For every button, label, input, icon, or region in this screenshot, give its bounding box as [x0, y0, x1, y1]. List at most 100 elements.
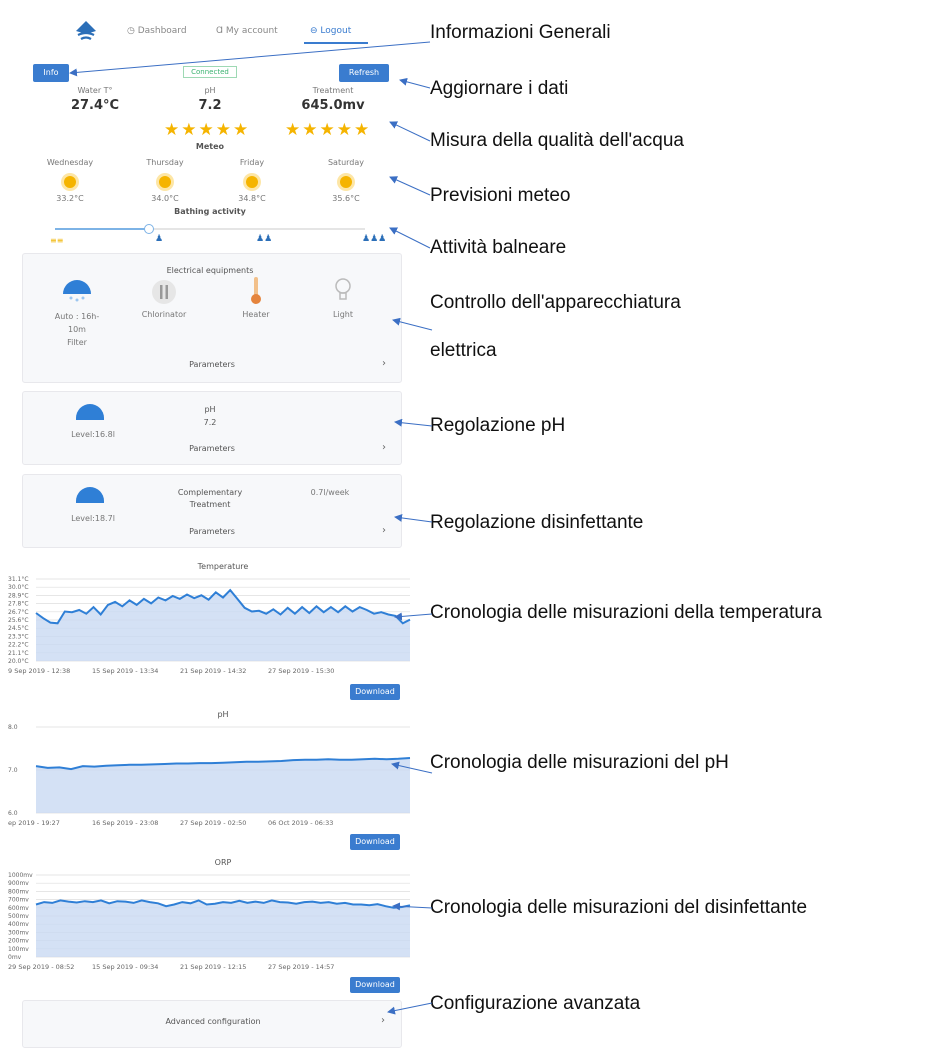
treatment-parameters-row[interactable]: Parameters › — [32, 523, 394, 541]
nav-my-account[interactable]: Ɑ My account — [216, 26, 278, 36]
sun-icon — [246, 176, 258, 188]
x-tick-label: 15 Sep 2019 - 13:34 — [92, 667, 158, 675]
chevron-right-icon: › — [381, 1015, 385, 1026]
annotation-electrical-1: Controllo dell'apparecchiatura — [430, 292, 681, 313]
user-icon: Ɑ — [216, 26, 224, 36]
sun-icon — [64, 176, 76, 188]
heater-thermometer-icon[interactable] — [248, 276, 264, 306]
advanced-configuration-row[interactable]: Advanced configuration › — [22, 1000, 402, 1048]
y-tick-label: 1000mv — [8, 872, 33, 879]
chlorinator-label: Chlorinator — [141, 310, 187, 319]
light-label: Light — [333, 310, 353, 319]
y-tick-label: 500mv — [8, 913, 29, 920]
bathing-slider-handle[interactable] — [144, 224, 154, 234]
ph-chart: pH 8.0 7.0 6.0 ep 2019 - 19:27 16 Sep 2019 - … — [0, 705, 420, 829]
forecast-temp-4: 35.6°C — [332, 194, 360, 203]
annotation-weather: Previsioni meteo — [430, 185, 571, 206]
advanced-configuration-label: Advanced configuration — [165, 1017, 261, 1026]
nav-active-underline — [304, 42, 368, 44]
x-tick-label: 27 Sep 2019 - 02:50 — [180, 819, 246, 827]
temp-chart-title: Temperature — [197, 562, 249, 571]
ph-panel-label: pH — [204, 405, 216, 414]
forecast-temp-3: 34.8°C — [238, 194, 266, 203]
y-tick-label: 600mv — [8, 905, 29, 912]
ph-chart-svg: pH 8.0 7.0 6.0 ep 2019 - 19:27 16 Sep 2019 - … — [8, 710, 411, 827]
bathing-slider-fill — [55, 228, 148, 230]
annotation-bathing: Attività balneare — [430, 237, 567, 258]
y-tick-label: 28.9°C — [8, 592, 29, 599]
y-tick-label: 400mv — [8, 921, 29, 928]
logo-icon — [76, 21, 96, 40]
ph-parameters-row[interactable]: Parameters › — [32, 440, 394, 458]
x-tick-label: 15 Sep 2019 - 09:34 — [92, 963, 158, 971]
annotation-disinfectant: Regolazione disinfettante — [430, 512, 644, 533]
sun-icon — [159, 176, 171, 188]
ph-download-button[interactable]: Download — [350, 834, 400, 850]
bathing-level-2[interactable]: ♟♟ — [256, 234, 272, 244]
orp-chart-svg: ORP 1000mv900mv800mv 700mv600mv500mv400mv3… — [8, 858, 411, 971]
y-tick-label: 26.7°C — [8, 609, 29, 616]
x-tick-label: 27 Sep 2019 - 15:30 — [268, 667, 334, 675]
y-tick-label: 700mv — [8, 897, 29, 904]
nav-dashboard[interactable]: ◷ Dashboard — [127, 26, 187, 36]
y-tick-label: 900mv — [8, 880, 29, 887]
y-tick-label: 8.0 — [8, 724, 18, 731]
bathing-level-3[interactable]: ♟♟♟ — [362, 234, 386, 244]
x-tick-label: 21 Sep 2019 - 12:15 — [180, 963, 246, 971]
chevron-right-icon: › — [382, 525, 386, 536]
forecast-temp-1: 33.2°C — [56, 194, 84, 203]
forecast-day-4: Saturday — [327, 158, 365, 167]
chevron-right-icon: › — [382, 358, 386, 369]
y-tick-label: 27.8°C — [8, 601, 29, 608]
y-tick-label: 25.6°C — [8, 617, 29, 624]
y-tick-label: 200mv — [8, 938, 29, 945]
treatment-quality-stars: ★★★★★ — [285, 120, 372, 140]
treatment-tank-level: Level:18.7l — [71, 514, 115, 523]
water-temp-value: 27.4°C — [70, 98, 120, 113]
filter-pump-icon[interactable] — [60, 278, 94, 306]
treatment-label-1: Complementary — [177, 488, 243, 497]
bathing-level-1[interactable]: ♟ — [155, 234, 163, 244]
treatment-rate: 0.7l/week — [310, 488, 350, 497]
orp-series-area — [36, 900, 410, 957]
ph-panel-value: 7.2 — [203, 418, 217, 427]
y-tick-label: 800mv — [8, 888, 29, 895]
y-tick-label: 100mv — [8, 946, 29, 953]
annotation-advanced: Configurazione avanzata — [430, 993, 641, 1014]
bathing-title: Bathing activity — [174, 207, 246, 216]
refresh-button[interactable]: Refresh — [339, 64, 389, 82]
x-tick-label: 27 Sep 2019 - 14:57 — [268, 963, 334, 971]
water-temp-label: Water T° — [77, 86, 113, 95]
y-tick-label: 0mv — [8, 954, 22, 961]
forecast-day-2: Thursday — [146, 158, 184, 167]
chlorinator-icon[interactable] — [151, 278, 177, 306]
electrical-parameters-row[interactable]: Parameters › — [32, 356, 394, 374]
electrical-parameters-label: Parameters — [189, 360, 235, 369]
treatment-label-2: Treatment — [189, 500, 231, 509]
temperature-chart: Temperature 31.1°C 30.0°C 28.9°C 27.8°C 26.7°… — [0, 557, 420, 677]
info-button[interactable]: Info — [33, 64, 69, 82]
bathing-level-0[interactable]: ≡≡ — [50, 236, 63, 245]
forecast-day-3: Friday — [239, 158, 265, 167]
annotation-water-quality: Misura della qualità dell'acqua — [430, 130, 684, 151]
meteo-title: Meteo — [195, 142, 225, 151]
x-tick-label: 21 Sep 2019 - 14:32 — [180, 667, 246, 675]
ph-parameters-label: Parameters — [189, 444, 235, 453]
heater-label: Heater — [242, 310, 270, 319]
y-tick-label: 300mv — [8, 929, 29, 936]
orp-download-button[interactable]: Download — [350, 977, 400, 993]
light-bulb-icon[interactable] — [333, 276, 353, 306]
connected-badge: Connected — [183, 66, 237, 78]
nav-logout[interactable]: ⊖ Logout — [310, 26, 351, 36]
temperature-download-button[interactable]: Download — [350, 684, 400, 700]
annotation-refresh: Aggiornare i dati — [430, 78, 569, 99]
chevron-right-icon: › — [382, 442, 386, 453]
annotation-general-info: Informazioni Generali — [430, 22, 611, 43]
x-tick-label: 16 Sep 2019 - 23:08 — [92, 819, 158, 827]
temp-chart-svg: Temperature 31.1°C30.0°C28.9°C 27.8°C26.7°… — [8, 562, 411, 675]
forecast-day-1: Wednesday — [46, 158, 94, 167]
treatment-value: 645.0mv — [301, 98, 365, 113]
y-tick-label: 6.0 — [8, 810, 18, 817]
ph-label: pH — [204, 86, 216, 95]
bathing-slider[interactable] — [55, 224, 365, 234]
